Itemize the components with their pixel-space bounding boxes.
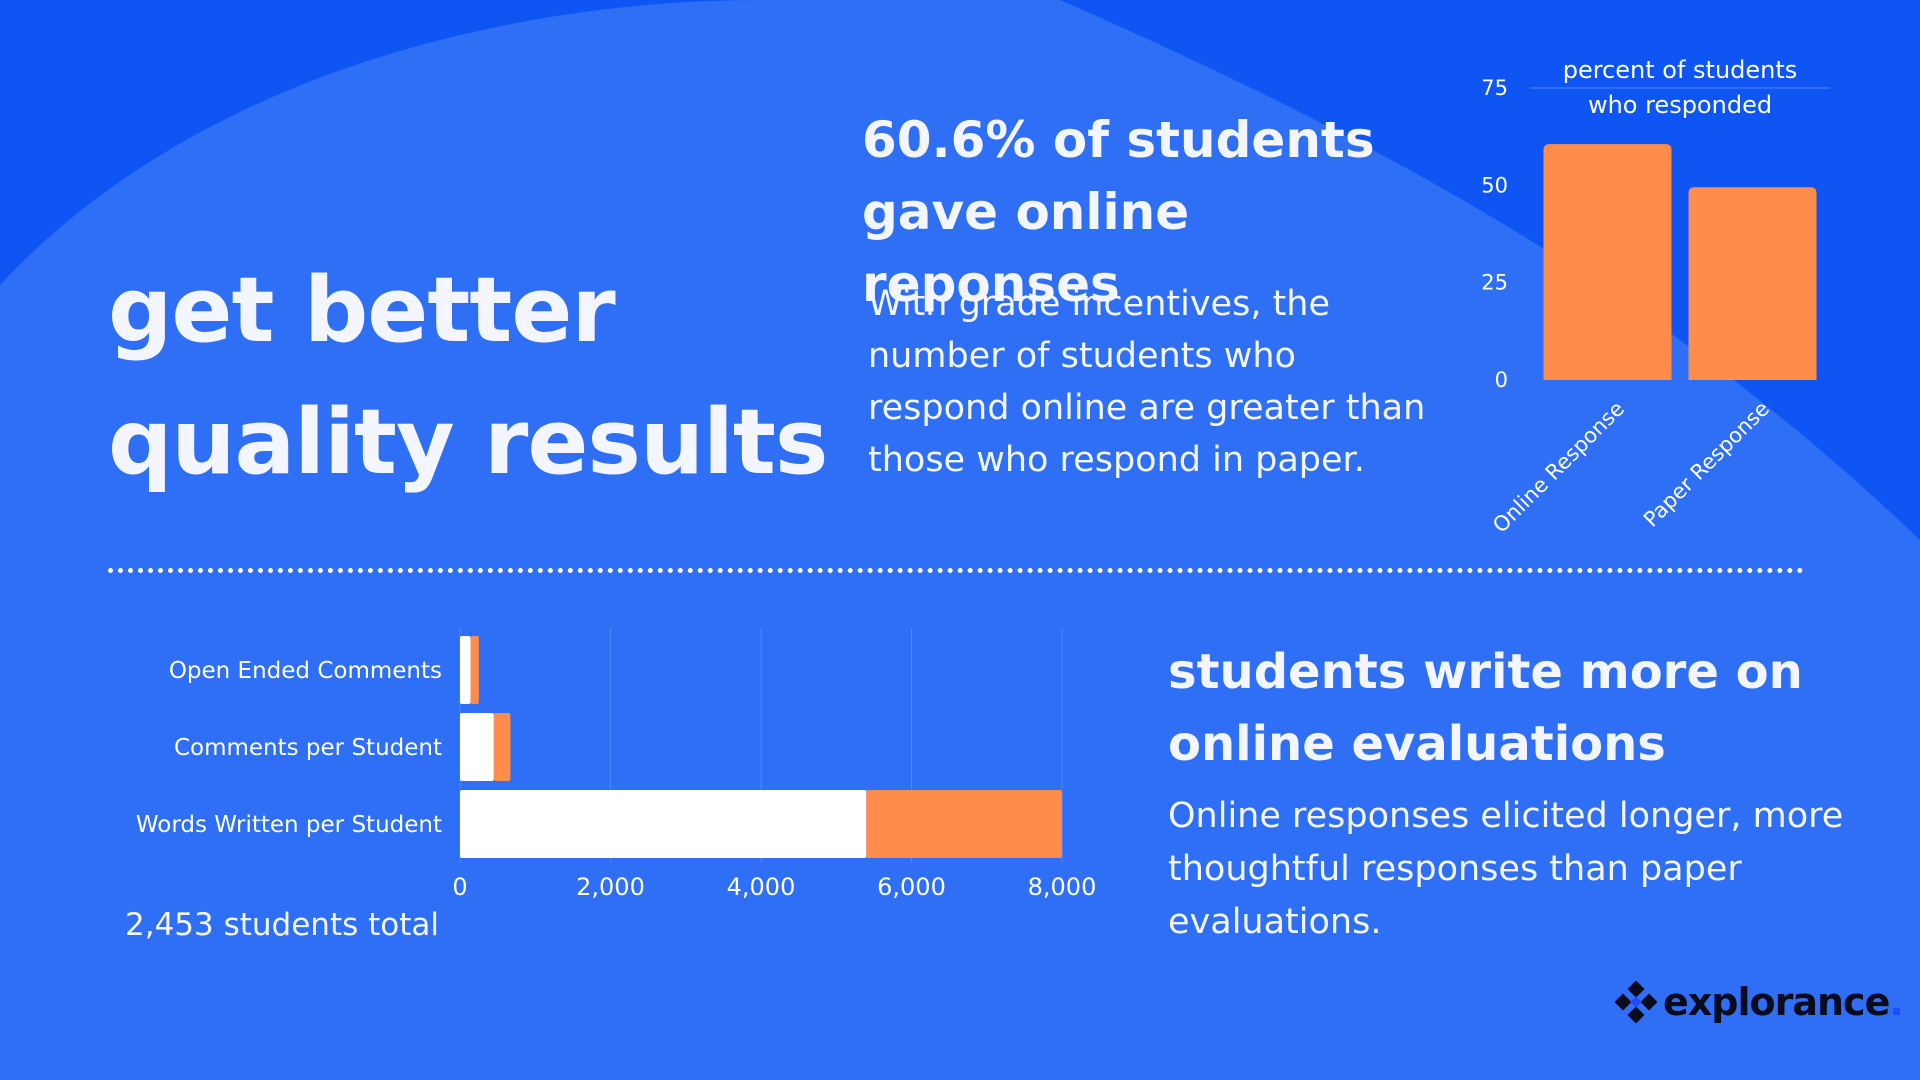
writing-volume-bar-chart: Open Ended Comments Comments per Student W… — [136, 628, 1097, 901]
x-tick-label: 0 — [452, 873, 467, 901]
bar-words-written-per-student-segment-1 — [460, 790, 867, 858]
bar-comments-per-student-segment-2 — [493, 713, 511, 781]
explorance-dot: . — [1889, 980, 1904, 1024]
x-tick-label-paper-response: Paper Response — [1639, 397, 1774, 532]
explorance-mark-icon — [1615, 981, 1657, 1023]
write-more-title-line-1: students write more on — [1168, 644, 1803, 700]
write-more-title-line-2: online evaluations — [1168, 716, 1666, 772]
bar-online-response — [1543, 144, 1672, 380]
y-tick-label-open-ended-comments: Open Ended Comments — [169, 658, 442, 684]
section-divider — [108, 568, 1804, 573]
headline-line-2: quality results — [108, 390, 828, 495]
bar-paper-response — [1688, 187, 1817, 380]
write-more-title: students write more on online evaluation… — [1168, 636, 1908, 780]
y-tick-label: 75 — [1481, 76, 1508, 100]
chart-title-line-1: percent of students — [1563, 56, 1798, 84]
explorance-logo[interactable]: explorance. — [1615, 978, 1904, 1026]
x-tick-label-online-response: Online Response — [1488, 397, 1629, 538]
x-tick-label: 6,000 — [877, 873, 946, 901]
bar-words-written-per-student-segment-2 — [866, 790, 1062, 858]
x-tick-label: 8,000 — [1028, 873, 1097, 901]
students-total-label: 2,453 students total — [125, 907, 439, 943]
x-tick-label: 4,000 — [727, 873, 796, 901]
response-rate-bar-chart: percent of students who responded 0 25 50 7… — [1481, 56, 1830, 538]
bar-open-ended-comments-segment-1 — [460, 636, 471, 704]
y-tick-label: 50 — [1481, 173, 1508, 197]
headline-line-1: get better — [108, 258, 616, 363]
write-more-description: Online responses elicited longer, more t… — [1168, 796, 1844, 942]
y-tick-label: 25 — [1481, 271, 1508, 295]
headline: get better quality results — [108, 245, 828, 509]
bar-comments-per-student-segment-1 — [460, 713, 494, 781]
bar-open-ended-comments-segment-2 — [470, 636, 479, 704]
y-tick-label-words-written-per-student: Words Written per Student — [136, 812, 442, 838]
stat-description: With grade incentives, the number of stu… — [868, 284, 1426, 480]
y-tick-label: 0 — [1495, 368, 1508, 392]
chart-title-line-2: who responded — [1588, 91, 1772, 119]
stat-title-line-1: 60.6% of students — [862, 111, 1375, 169]
explorance-wordmark: explorance — [1663, 980, 1890, 1024]
x-tick-label: 2,000 — [576, 873, 645, 901]
y-tick-label-comments-per-student: Comments per Student — [174, 735, 442, 761]
